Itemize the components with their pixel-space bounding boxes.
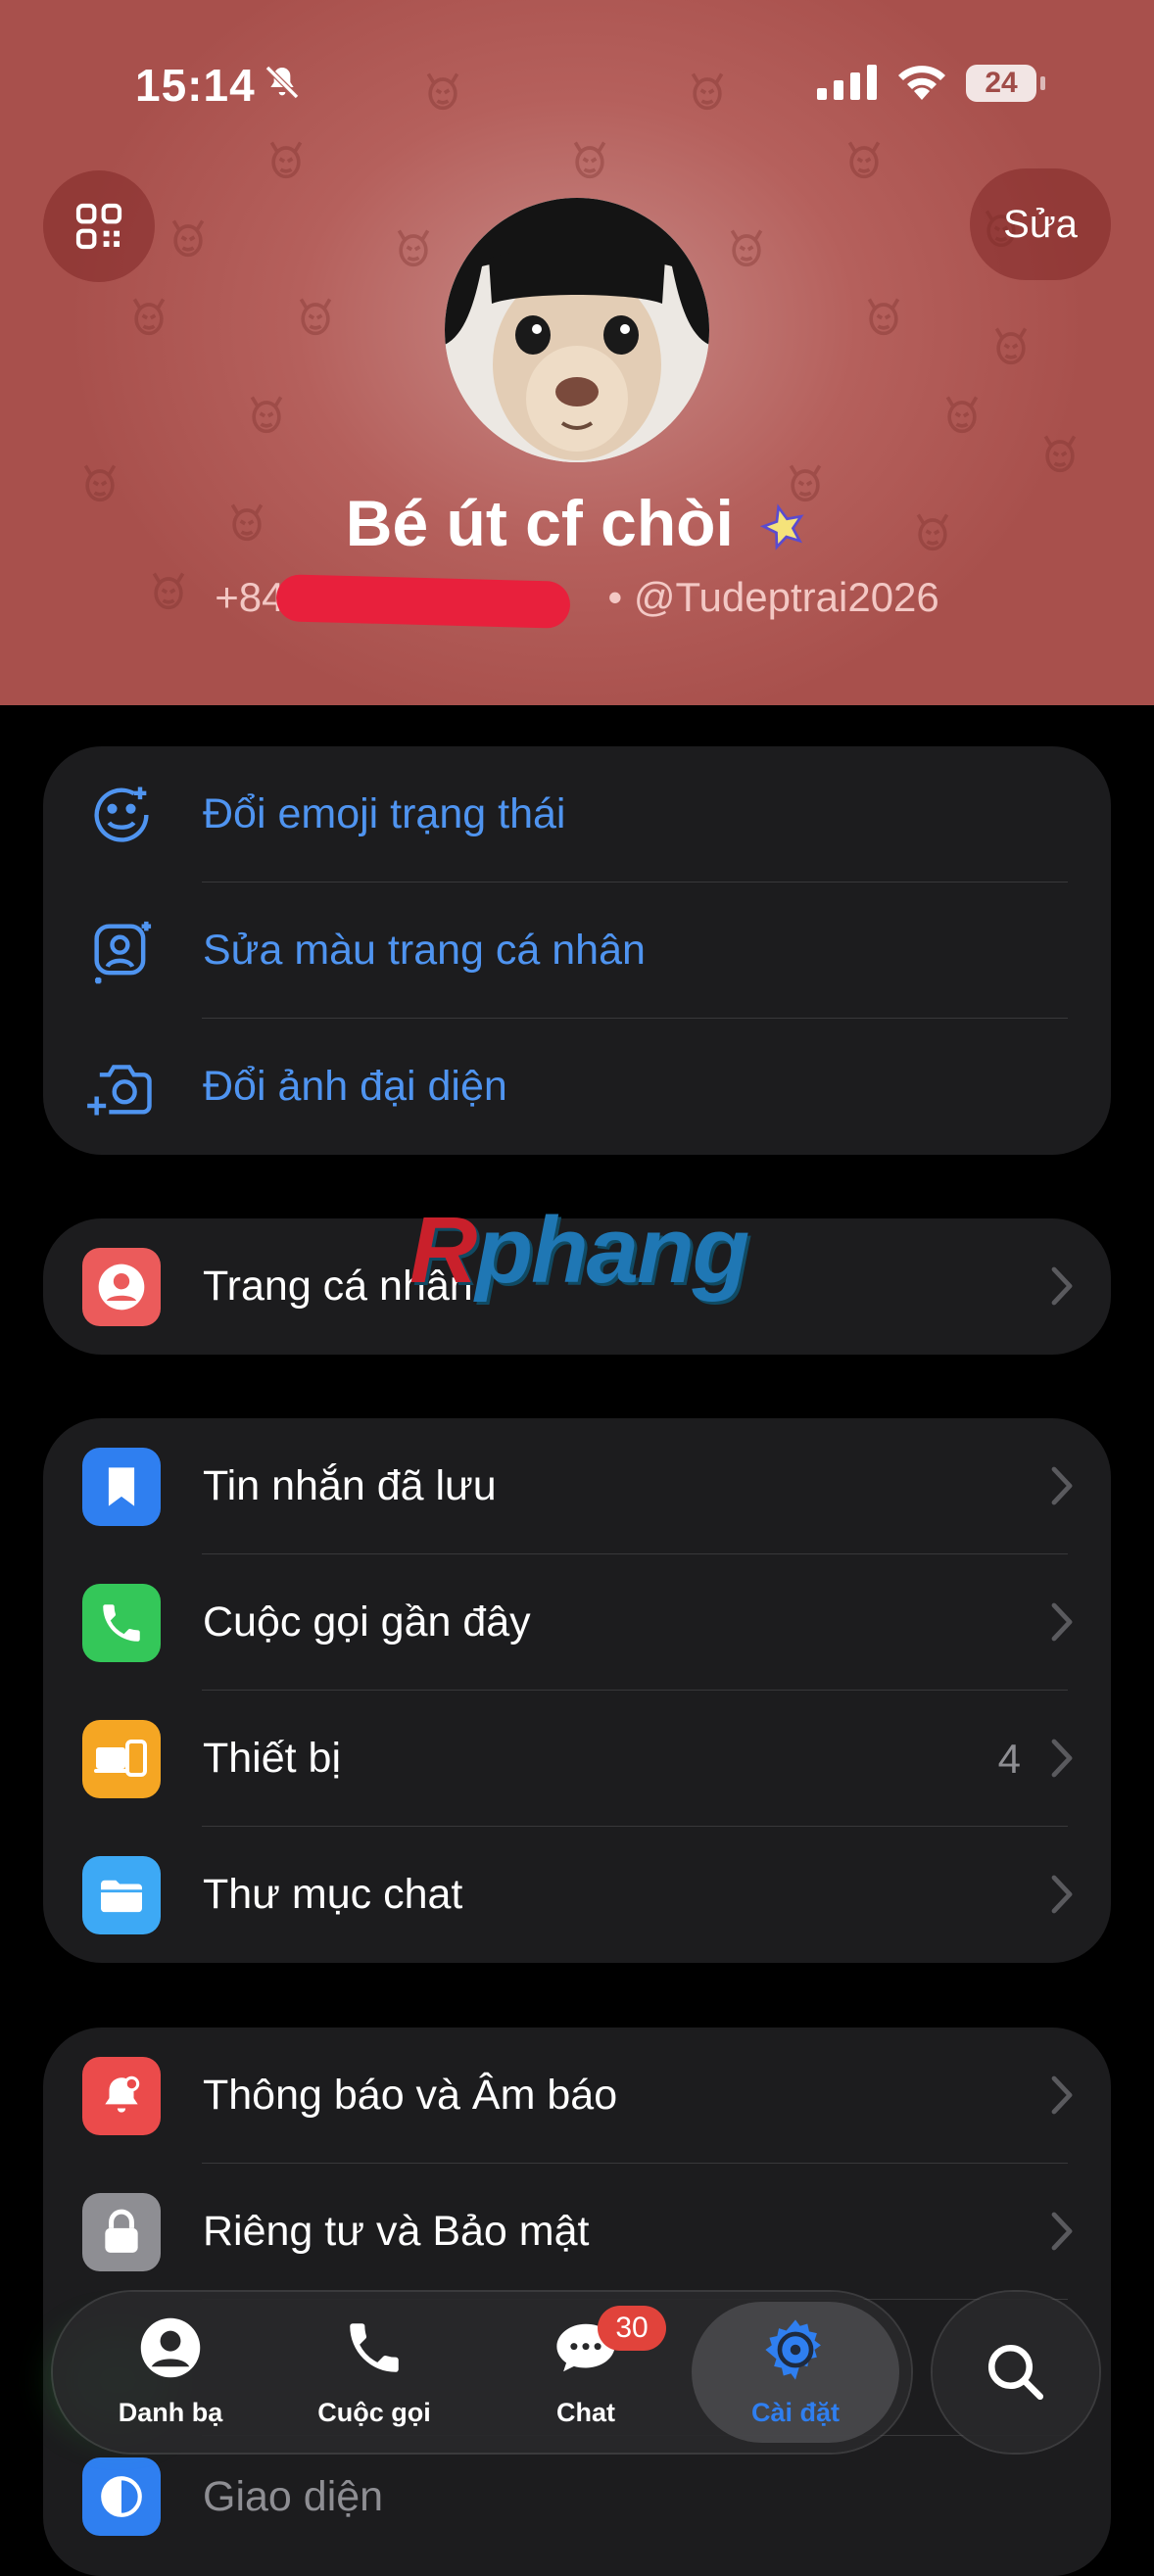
dog-avatar-image	[445, 198, 709, 462]
devil-face-icon	[426, 72, 459, 111]
notifications-row[interactable]: Thông báo và Âm báo	[43, 2027, 1111, 2164]
devil-face-icon	[867, 298, 900, 336]
devil-face-icon	[994, 327, 1028, 365]
wifi-icon	[895, 61, 948, 107]
profile-name: Bé út cf chòi	[0, 486, 1154, 566]
tab-label: Cuộc gọi	[317, 2398, 431, 2427]
saved-messages-row[interactable]: Tin nhắn đã lưu	[43, 1418, 1111, 1554]
row-label: Cuộc gọi gần đây	[203, 1598, 531, 1646]
edit-profile-color-row[interactable]: Sửa màu trang cá nhân	[43, 883, 1111, 1019]
row-label: Thư mục chat	[203, 1871, 463, 1918]
privacy-security-row[interactable]: Riêng tư và Bảo mật	[43, 2164, 1111, 2300]
chevron-right-icon	[1050, 1465, 1074, 1511]
bell-icon	[82, 2057, 161, 2135]
unread-badge: 30	[598, 2306, 666, 2351]
battery-indicator: 24	[966, 65, 1036, 102]
devil-face-icon	[847, 141, 881, 179]
change-avatar-row[interactable]: Đổi ảnh đại diện	[43, 1019, 1111, 1155]
edit-profile-button[interactable]: Sửa	[970, 168, 1111, 280]
watermark-logo: Rphang	[409, 1197, 749, 1305]
chevron-right-icon	[1050, 1738, 1074, 1784]
cellular-signal-icon	[817, 65, 878, 105]
search-button[interactable]	[933, 2292, 1099, 2453]
profile-color-icon	[82, 912, 161, 990]
row-label: Thiết bị	[203, 1735, 342, 1782]
settings-gear-icon	[703, 2315, 888, 2384]
devil-face-icon	[730, 229, 763, 267]
devil-face-icon	[573, 141, 606, 179]
row-label: Đổi ảnh đại diện	[203, 1063, 507, 1110]
chat-folders-row[interactable]: Thư mục chat	[43, 1827, 1111, 1963]
devil-face-icon	[299, 298, 332, 336]
row-label: Tin nhắn đã lưu	[203, 1462, 497, 1509]
devil-face-icon	[269, 141, 303, 179]
phone-number: +84	[215, 574, 285, 620]
username: • @Tudeptrai2026	[607, 574, 939, 620]
profile-contact-line: +84 • @Tudeptrai2026	[0, 574, 1154, 621]
search-icon	[987, 2344, 1044, 2401]
recent-calls-row[interactable]: Cuộc gọi gần đây	[43, 1554, 1111, 1691]
chevron-right-icon	[1050, 1874, 1074, 1920]
row-label: Thông báo và Âm báo	[203, 2072, 618, 2119]
phone-icon	[82, 1584, 161, 1662]
appearance-row[interactable]: Giao diện	[43, 2436, 1111, 2572]
status-time: 15:14	[135, 60, 256, 111]
watermark-part1: R	[409, 1198, 477, 1303]
person-icon	[82, 1248, 161, 1326]
tab-contacts[interactable]: Danh bạ	[72, 2292, 268, 2453]
tab-settings[interactable]: Cài đặt	[692, 2292, 899, 2453]
appearance-icon	[82, 2457, 161, 2536]
star-emoji-status-icon[interactable]	[759, 492, 808, 566]
contacts-icon	[72, 2315, 268, 2380]
profile-name-text: Bé út cf chòi	[345, 487, 734, 559]
tab-chat[interactable]: 30 Chat	[488, 2292, 684, 2453]
tab-label: Cài đặt	[750, 2398, 841, 2427]
change-emoji-status-row[interactable]: Đổi emoji trạng thái	[43, 746, 1111, 883]
devices-count: 4	[997, 1736, 1021, 1782]
devil-face-icon	[945, 396, 979, 434]
row-label: Giao diện	[203, 2473, 384, 2520]
row-label: Sửa màu trang cá nhân	[203, 927, 646, 974]
row-label: Đổi emoji trạng thái	[203, 790, 566, 837]
mute-bell-icon	[263, 63, 302, 107]
chevron-right-icon	[1050, 2075, 1074, 2121]
row-label: Riêng tư và Bảo mật	[203, 2208, 590, 2255]
tab-calls[interactable]: Cuộc gọi	[276, 2292, 472, 2453]
chevron-right-icon	[1050, 2211, 1074, 2257]
qr-code-icon	[75, 203, 122, 250]
devil-face-icon	[250, 396, 283, 434]
lock-icon	[82, 2193, 161, 2271]
devil-face-icon	[132, 298, 166, 336]
folder-icon	[82, 1856, 161, 1934]
redaction-mark	[275, 574, 571, 629]
tab-label: Chat	[556, 2398, 615, 2427]
devil-face-icon	[397, 229, 430, 267]
emoji-status-icon	[82, 776, 161, 854]
profile-actions-group: Đổi emoji trạng thái Sửa màu trang cá nh…	[43, 746, 1111, 1155]
tab-label: Danh bạ	[118, 2398, 223, 2427]
watermark-part2: phang	[475, 1198, 749, 1303]
camera-icon	[82, 1048, 161, 1126]
chevron-right-icon	[1050, 1601, 1074, 1647]
devil-face-icon	[691, 72, 724, 111]
tab-bar: Danh bạ Cuộc gọi 30 Chat Cài đặt	[53, 2292, 911, 2453]
battery-cap	[1040, 76, 1045, 90]
profile-avatar[interactable]	[445, 198, 709, 462]
devices-icon	[82, 1720, 161, 1798]
chevron-right-icon	[1050, 1265, 1074, 1312]
bookmark-icon	[82, 1448, 161, 1526]
devil-face-icon	[171, 219, 205, 258]
profile-header: 15:14 24 Sửa Bé út cf chòi +84 • @Tudept…	[0, 0, 1154, 705]
devil-face-icon	[1043, 435, 1077, 473]
devices-row[interactable]: Thiết bị 4	[43, 1691, 1111, 1827]
phone-icon	[276, 2315, 472, 2380]
main-menu-group: Tin nhắn đã lưu Cuộc gọi gần đây Thiết b…	[43, 1418, 1111, 1963]
qr-code-button[interactable]	[43, 170, 155, 282]
